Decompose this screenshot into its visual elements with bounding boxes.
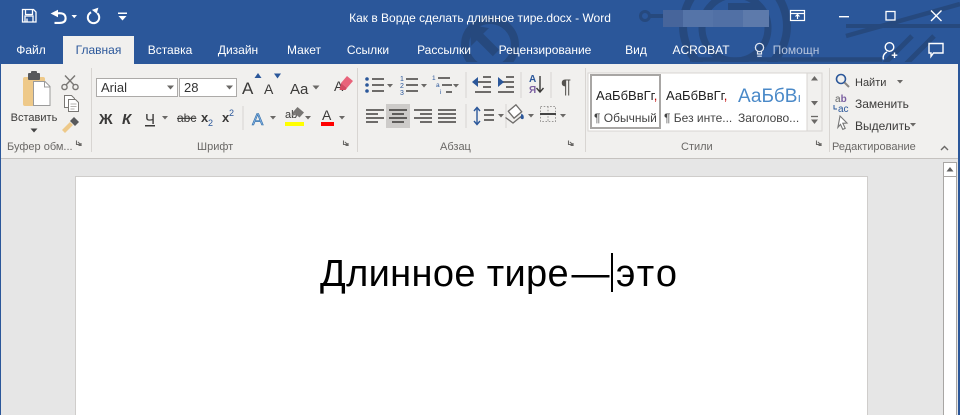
svg-text:28: 28 (184, 80, 198, 95)
svg-text:¶ Обычный: ¶ Обычный (594, 111, 657, 125)
svg-text:2: 2 (229, 108, 234, 118)
svg-text:Ж: Ж (98, 111, 113, 128)
svg-text:Найти: Найти (855, 77, 886, 89)
svg-text:a: a (436, 82, 440, 89)
svg-text:abc: abc (177, 111, 196, 125)
svg-text:3: 3 (400, 90, 404, 97)
svg-text:АаБбВı: АаБбВı (738, 86, 801, 107)
svg-text:¶: ¶ (561, 77, 571, 98)
svg-text:Ч: Ч (145, 111, 155, 128)
svg-text:Выделить: Выделить (855, 119, 910, 133)
svg-text:1: 1 (432, 75, 436, 82)
svg-text:АаБбВвГг,: АаБбВвГг, (596, 88, 657, 103)
svg-text:А: А (322, 107, 332, 123)
svg-text:2: 2 (400, 83, 404, 90)
svg-text:Я: Я (529, 85, 536, 96)
svg-text:К: К (122, 111, 133, 128)
svg-text:ac: ac (838, 104, 849, 115)
svg-text:2: 2 (208, 118, 213, 128)
svg-text:A: A (242, 79, 254, 98)
svg-text:А: А (252, 110, 264, 129)
svg-text:АаБбВвГг,: АаБбВвГг, (666, 88, 727, 103)
svg-text:Заменить: Заменить (855, 97, 909, 111)
svg-text:А: А (529, 74, 536, 85)
svg-text:¶ Без инте...: ¶ Без инте... (664, 111, 732, 125)
svg-text:A: A (264, 81, 274, 97)
svg-text:i: i (440, 89, 441, 96)
svg-text:Aa: Aa (290, 81, 309, 98)
svg-text:Заголово...: Заголово... (738, 111, 799, 125)
svg-text:Arial: Arial (101, 80, 127, 95)
svg-text:1: 1 (400, 76, 404, 83)
